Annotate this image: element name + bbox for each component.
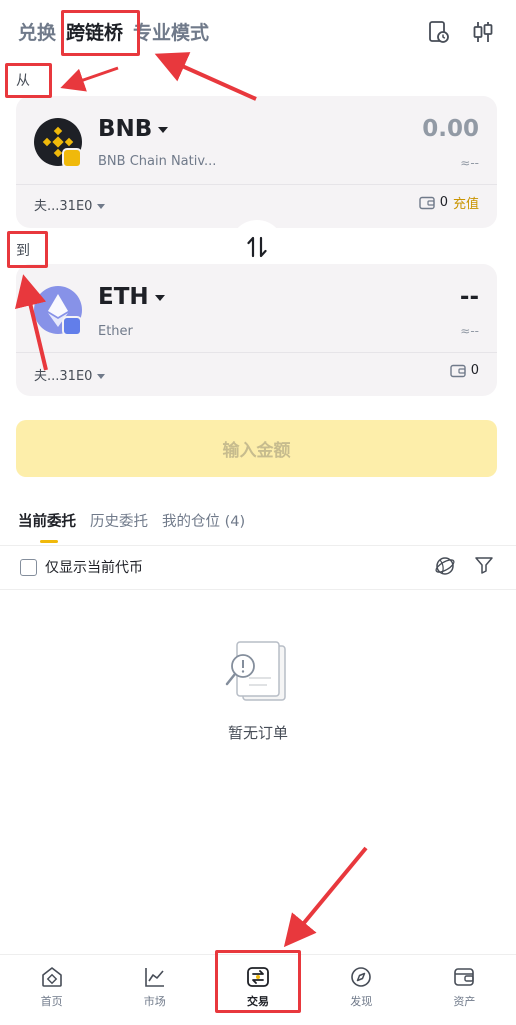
- chevron-down-icon: [97, 204, 106, 209]
- to-token-name: Ether: [98, 324, 133, 339]
- nav-market-label: 市场: [143, 995, 166, 1008]
- filter-icon[interactable]: [474, 555, 494, 575]
- divider: [0, 589, 516, 590]
- nav-trade[interactable]: 交易: [206, 955, 309, 1025]
- chevron-down-icon: [97, 374, 106, 379]
- nav-trade-label: 交易: [247, 995, 269, 1008]
- filter-actions: [434, 555, 494, 577]
- from-card: BNB BNB Chain Nativ... 0.00 ≈-- 夫...31E0…: [16, 96, 497, 228]
- swap-arrows-icon: [247, 236, 267, 258]
- from-balance: 0 充值: [419, 193, 479, 212]
- tab-swap[interactable]: 兑换: [18, 16, 56, 50]
- enter-amount-button[interactable]: 输入金额: [16, 420, 497, 477]
- top-actions: [426, 19, 496, 45]
- order-tabs: 当前委托 历史委托 我的仓位 (4): [18, 510, 245, 531]
- bottom-nav: 首页 市场 交易 发现 资产: [0, 954, 516, 1025]
- filter-row: 仅显示当前代币: [20, 557, 143, 577]
- nav-discover-label: 发现: [350, 995, 373, 1008]
- tab-positions[interactable]: 我的仓位 (4): [162, 510, 245, 531]
- from-token-symbol: BNB: [98, 116, 153, 142]
- wallet-icon: [450, 364, 466, 377]
- divider: [0, 545, 516, 546]
- to-address: 夫...31E0: [34, 369, 93, 384]
- from-token-selector[interactable]: BNB: [98, 116, 169, 142]
- current-token-checkbox[interactable]: [20, 558, 37, 576]
- tab-order-history[interactable]: 历史委托: [90, 510, 148, 531]
- top-tabs: 兑换 跨链桥 专业模式: [18, 16, 219, 50]
- annotation-arrow-trade: [283, 846, 368, 948]
- empty-state: [0, 640, 516, 710]
- to-balance-value: 0: [470, 363, 479, 378]
- empty-state-text: 暂无订单: [227, 724, 288, 742]
- from-address: 夫...31E0: [34, 199, 93, 214]
- wallet-icon: [419, 196, 435, 209]
- bnb-chain-badge-icon: [62, 148, 82, 168]
- divider: [16, 352, 497, 353]
- to-balance: 0: [450, 363, 479, 378]
- tab-bridge[interactable]: 跨链桥: [66, 16, 123, 50]
- active-tab-indicator: [40, 540, 58, 543]
- wallet-icon: [454, 968, 475, 986]
- from-token-name: BNB Chain Nativ...: [98, 154, 217, 169]
- chart-line-icon: [144, 968, 164, 987]
- chevron-down-icon: [154, 294, 165, 301]
- history-icon[interactable]: [426, 19, 452, 45]
- to-card: ETH Ether -- ≈-- 夫...31E0 0: [16, 264, 497, 396]
- to-address-selector[interactable]: 夫...31E0: [34, 365, 106, 384]
- nav-assets-label: 资产: [453, 995, 476, 1008]
- home-icon: [41, 967, 62, 987]
- filter-label: 仅显示当前代币: [45, 560, 143, 576]
- chevron-down-icon: [158, 126, 169, 133]
- deposit-link[interactable]: 充值: [453, 193, 479, 212]
- tab-pro-mode[interactable]: 专业模式: [133, 16, 209, 50]
- annotation-arrow-from: [60, 66, 119, 92]
- to-amount: --: [459, 284, 479, 310]
- globe-network-icon[interactable]: [434, 555, 456, 577]
- to-fiat-value: ≈--: [460, 324, 479, 338]
- nav-home[interactable]: 首页: [0, 955, 103, 1025]
- nav-market[interactable]: 市场: [103, 955, 206, 1025]
- from-fiat-value: ≈--: [460, 156, 479, 170]
- from-amount-input[interactable]: 0.00: [422, 116, 479, 142]
- from-address-selector[interactable]: 夫...31E0: [34, 195, 106, 214]
- to-token-symbol: ETH: [98, 284, 149, 310]
- compass-icon: [351, 967, 372, 987]
- annotation-arrow-bridge: [154, 52, 257, 101]
- candlestick-icon[interactable]: [470, 19, 496, 45]
- nav-discover[interactable]: 发现: [310, 955, 413, 1025]
- divider: [16, 184, 497, 185]
- from-balance-value: 0: [439, 195, 448, 210]
- to-label: 到: [16, 243, 30, 259]
- trade-swap-icon: [247, 967, 269, 987]
- ethereum-chain-badge-icon: [62, 316, 82, 336]
- tab-open-orders[interactable]: 当前委托: [18, 510, 76, 531]
- nav-home-label: 首页: [40, 995, 63, 1008]
- empty-document-icon: [225, 641, 286, 701]
- to-token-selector[interactable]: ETH: [98, 284, 165, 310]
- nav-assets[interactable]: 资产: [413, 955, 516, 1025]
- from-label: 从: [16, 73, 30, 89]
